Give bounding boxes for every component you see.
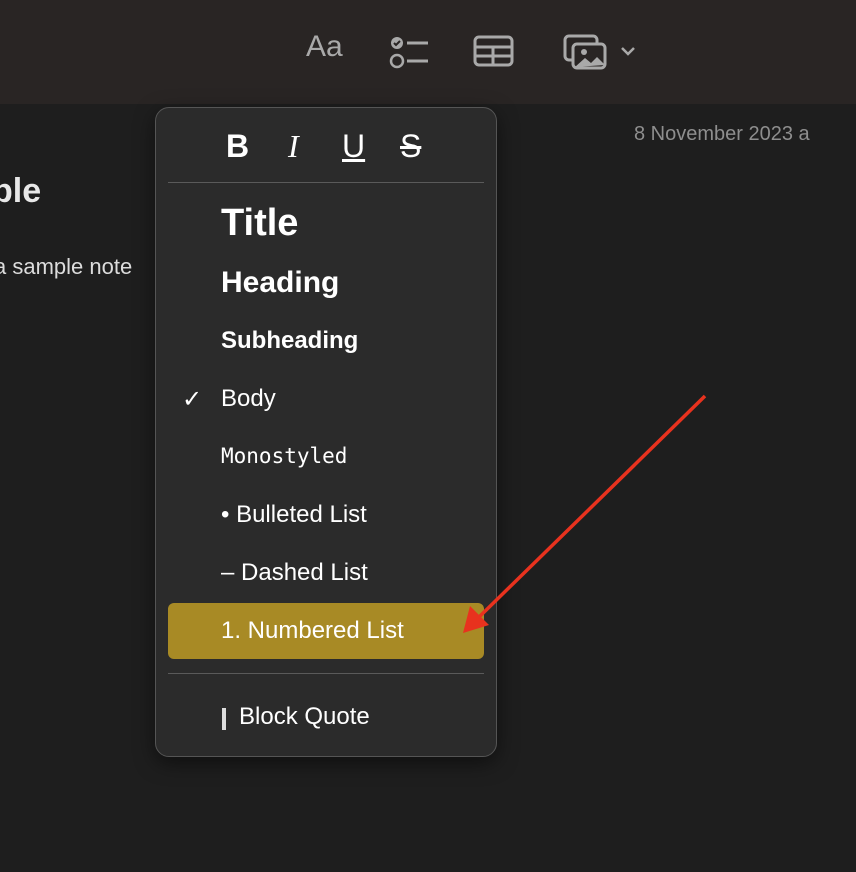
annotation-arrow [463, 394, 707, 633]
